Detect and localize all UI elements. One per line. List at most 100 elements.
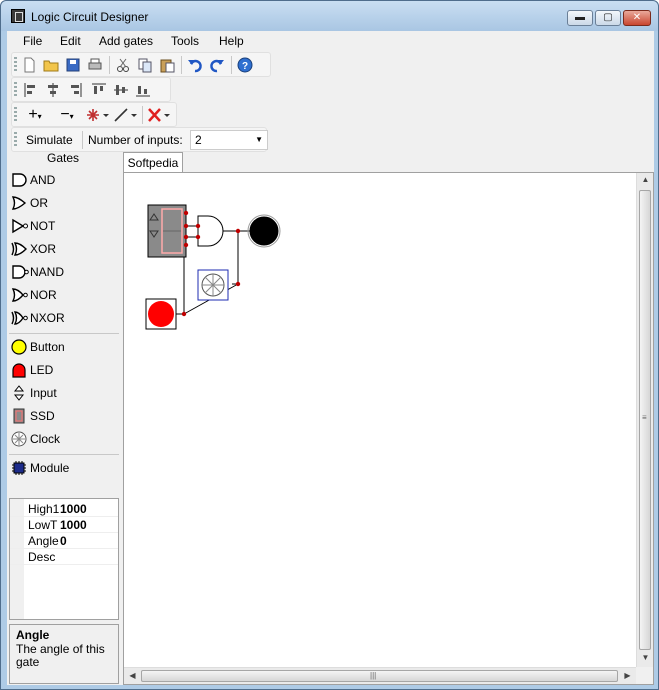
inputs-select-value: 2 [195, 133, 202, 147]
led-output[interactable] [249, 216, 279, 246]
redo-icon[interactable] [208, 56, 226, 74]
align-top-icon[interactable] [90, 81, 108, 99]
menu-file[interactable]: File [19, 33, 46, 49]
button-icon [11, 339, 27, 355]
open-folder-icon[interactable] [42, 56, 60, 74]
align-right-icon[interactable] [66, 81, 84, 99]
property-name: High1 [28, 502, 60, 516]
scroll-corner [636, 667, 653, 684]
edit-toolbar: +▾ −▾ [11, 102, 177, 127]
toolbar-grip[interactable] [14, 132, 17, 148]
help-text: The angle of this gate [16, 642, 105, 669]
io-input[interactable]: Input [9, 383, 119, 403]
add-dropdown-icon[interactable]: +▾ [22, 106, 48, 124]
undo-icon[interactable] [186, 56, 204, 74]
print-icon[interactable] [86, 56, 104, 74]
wire-dropdown-icon[interactable] [112, 106, 138, 124]
minimize-button[interactable]: ▬ [567, 10, 593, 26]
button-component[interactable] [145, 298, 177, 330]
io-label: Clock [30, 432, 61, 446]
help-icon[interactable]: ? [236, 56, 254, 74]
vertical-scroll-thumb[interactable]: ≡ [639, 190, 651, 650]
property-name: Desc [28, 550, 56, 564]
gate-nor[interactable]: NOR [9, 285, 119, 305]
io-button[interactable]: Button [9, 337, 119, 357]
gate-label: NAND [30, 265, 65, 279]
grip-icon: ≡ [642, 413, 647, 422]
module-item[interactable]: Module [9, 458, 119, 478]
io-label: LED [30, 363, 54, 377]
help-title: Angle [16, 628, 50, 642]
align-left-icon[interactable] [22, 81, 40, 99]
toolbar-grip[interactable] [14, 82, 17, 98]
menu-edit[interactable]: Edit [56, 33, 85, 49]
gate-not[interactable]: NOT [9, 216, 119, 236]
property-row[interactable]: Desc [10, 549, 118, 565]
simulate-button[interactable]: Simulate [26, 132, 73, 148]
io-led[interactable]: LED [9, 360, 119, 380]
delete-dropdown-icon[interactable] [146, 106, 172, 124]
menu-help[interactable]: Help [215, 33, 248, 49]
gate-label: NOT [30, 219, 56, 233]
align-center-icon[interactable] [44, 81, 62, 99]
io-ssd[interactable]: SSD [9, 406, 119, 426]
document-area: ▲ ≡ ▼ ◀ ||| ▶ [123, 172, 654, 685]
toolbar-separator [109, 56, 110, 74]
scroll-down-icon[interactable]: ▼ [638, 653, 653, 662]
gate-nand[interactable]: NAND [9, 262, 119, 282]
toolbar-separator [231, 56, 232, 74]
property-row[interactable]: High1 1000 [10, 501, 118, 517]
scroll-left-icon[interactable]: ◀ [125, 671, 140, 680]
remove-dropdown-icon[interactable]: −▾ [54, 106, 80, 124]
property-row[interactable]: LowT 1000 [10, 517, 118, 533]
nand-gate-icon [12, 265, 29, 279]
horizontal-scrollbar[interactable]: ◀ ||| ▶ [124, 667, 636, 684]
gate-nxor[interactable]: NXOR [9, 308, 119, 328]
and-gate[interactable] [197, 215, 224, 247]
toolbar-separator [142, 106, 143, 124]
maximize-button[interactable]: ▢ [595, 10, 621, 26]
gate-xor[interactable]: XOR [9, 239, 119, 259]
vertical-scrollbar[interactable]: ▲ ≡ ▼ [636, 173, 653, 667]
gate-label: XOR [30, 242, 57, 256]
property-row[interactable]: Angle 0 [10, 533, 118, 549]
gate-and[interactable]: AND [9, 170, 119, 190]
input-component[interactable] [147, 204, 187, 258]
tab-softpedia[interactable]: Softpedia [123, 152, 183, 173]
nxor-gate-icon [11, 311, 28, 325]
scroll-up-icon[interactable]: ▲ [638, 175, 653, 184]
menu-add-gates[interactable]: Add gates [95, 33, 157, 49]
gate-or[interactable]: OR [9, 193, 119, 213]
align-middle-icon[interactable] [112, 81, 130, 99]
horizontal-scroll-thumb[interactable]: ||| [141, 670, 618, 682]
clock-component[interactable] [197, 269, 229, 301]
io-clock[interactable]: Clock [9, 429, 119, 449]
gate-label: NXOR [30, 311, 65, 325]
cut-icon[interactable] [114, 56, 132, 74]
save-icon[interactable] [64, 56, 82, 74]
title-bar[interactable]: Logic Circuit Designer ▬ ▢ ✕ [1, 1, 658, 31]
paste-icon[interactable] [158, 56, 176, 74]
circuit-canvas[interactable] [124, 173, 636, 667]
clock-icon [11, 431, 27, 447]
or-gate-icon [11, 196, 27, 210]
copy-icon[interactable] [136, 56, 154, 74]
junction-dropdown-icon[interactable] [84, 106, 110, 124]
toolbar-grip[interactable] [14, 57, 17, 73]
gate-label: OR [30, 196, 48, 210]
scroll-right-icon[interactable]: ▶ [620, 671, 635, 680]
menu-tools[interactable]: Tools [167, 33, 203, 49]
property-value[interactable]: 0 [60, 533, 67, 549]
new-file-icon[interactable] [20, 56, 38, 74]
property-value[interactable]: 1000 [60, 517, 87, 533]
close-button[interactable]: ✕ [623, 10, 651, 26]
align-bottom-icon[interactable] [134, 81, 152, 99]
toolbar-grip[interactable] [14, 107, 17, 123]
xor-gate-icon [11, 242, 27, 256]
io-label: Input [30, 386, 57, 400]
chevron-down-icon[interactable]: ▼ [255, 131, 263, 149]
property-value[interactable]: 1000 [60, 501, 87, 517]
inputs-label: Number of inputs: [88, 133, 183, 147]
ssd-icon [13, 408, 25, 424]
inputs-select[interactable]: 2 ▼ [190, 130, 268, 150]
